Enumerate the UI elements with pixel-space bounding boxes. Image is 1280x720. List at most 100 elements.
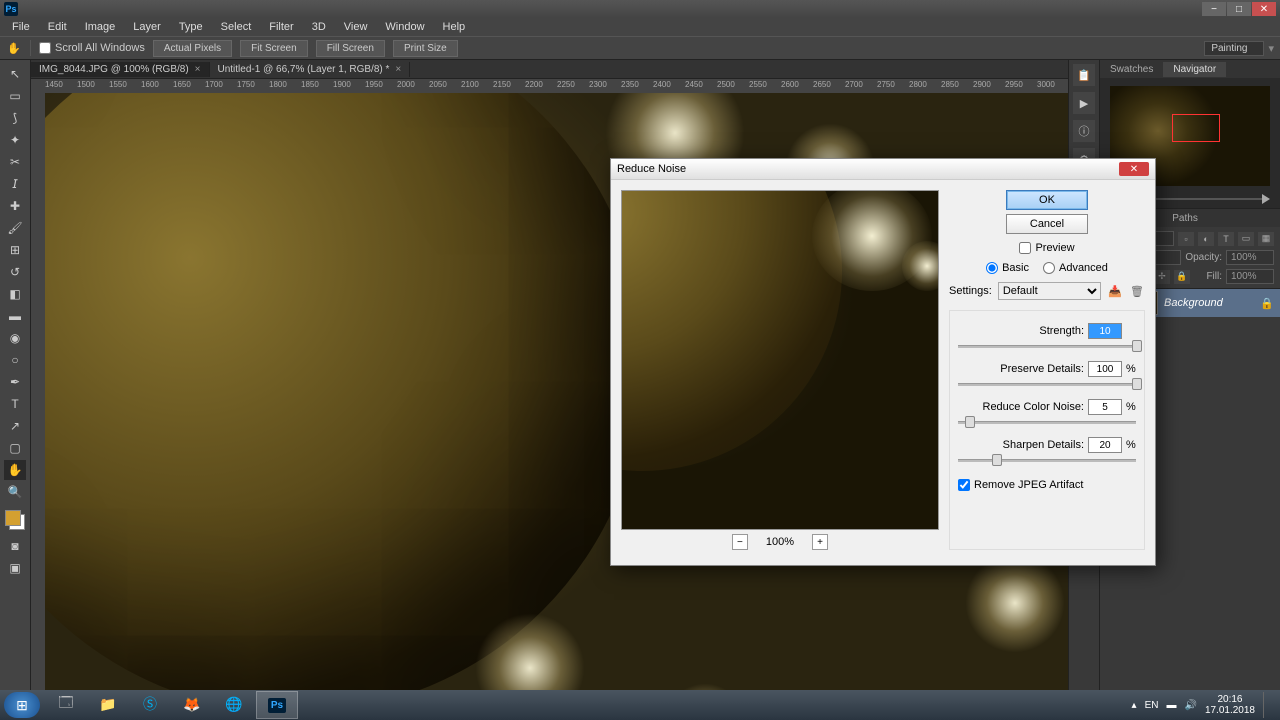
actual-pixels-button[interactable]: Actual Pixels (153, 40, 232, 57)
menu-3d[interactable]: 3D (304, 19, 334, 35)
maximize-button[interactable]: □ (1227, 2, 1251, 16)
tray-clock[interactable]: 20:1617.01.2018 (1205, 694, 1255, 716)
basic-radio[interactable]: Basic (986, 262, 1029, 274)
shape-tool[interactable]: ▢ (4, 438, 26, 458)
dialog-titlebar[interactable]: Reduce Noise ✕ (611, 159, 1155, 180)
menu-filter[interactable]: Filter (261, 19, 301, 35)
scroll-all-check[interactable]: Scroll All Windows (39, 42, 145, 54)
dialog-close-button[interactable]: ✕ (1119, 162, 1149, 176)
eyedropper-tool[interactable]: 𝘐 (4, 174, 26, 194)
task-folder-icon[interactable]: 📁 (88, 691, 128, 717)
sharpen-label: Sharpen Details: (958, 439, 1084, 451)
print-size-button[interactable]: Print Size (393, 40, 458, 57)
strength-slider[interactable] (958, 343, 1136, 349)
remove-jpeg-check[interactable]: Remove JPEG Artifact (958, 479, 1136, 491)
filter-type-icon[interactable]: T (1218, 232, 1234, 246)
sharpen-slider[interactable] (958, 457, 1136, 463)
hand-tool-icon[interactable]: ✋ (6, 40, 22, 56)
menu-help[interactable]: Help (435, 19, 474, 35)
info-panel-icon[interactable]: ⓘ (1073, 120, 1095, 142)
close-button[interactable]: ✕ (1252, 2, 1276, 16)
fill-field[interactable]: 100% (1226, 269, 1274, 284)
delete-preset-icon[interactable]: 🗑 (1129, 283, 1145, 299)
save-preset-icon[interactable]: 📥 (1107, 283, 1123, 299)
tray-lang[interactable]: EN (1145, 700, 1159, 711)
menu-select[interactable]: Select (213, 19, 260, 35)
preview-check[interactable]: Preview (949, 242, 1145, 254)
opacity-field[interactable]: 100% (1226, 250, 1274, 265)
task-chrome-icon[interactable]: 🌐 (214, 691, 254, 717)
wand-tool[interactable]: ✦ (4, 130, 26, 150)
doc-tab-2[interactable]: Untitled-1 @ 66,7% (Layer 1, RGB/8) *× (210, 62, 411, 77)
type-tool[interactable]: T (4, 394, 26, 414)
zoom-in-button[interactable]: + (812, 534, 828, 550)
strength-input[interactable] (1088, 323, 1122, 339)
tray-showdesktop[interactable] (1263, 692, 1272, 718)
screenmode-tool[interactable]: ▣ (4, 558, 26, 578)
dodge-tool[interactable]: ○ (4, 350, 26, 370)
navigator-tab[interactable]: Navigator (1163, 62, 1226, 77)
crop-tool[interactable]: ✂ (4, 152, 26, 172)
brush-tool[interactable]: 🖌 (4, 218, 26, 238)
pen-tool[interactable]: ✒ (4, 372, 26, 392)
fill-screen-button[interactable]: Fill Screen (316, 40, 385, 57)
menu-type[interactable]: Type (171, 19, 211, 35)
advanced-radio[interactable]: Advanced (1043, 262, 1108, 274)
tray-flag-icon[interactable]: ▬ (1166, 700, 1176, 711)
task-skype-icon[interactable]: Ⓢ (130, 691, 170, 717)
filter-pixel-icon[interactable]: ▫ (1178, 232, 1194, 246)
fit-screen-button[interactable]: Fit Screen (240, 40, 308, 57)
blur-tool[interactable]: ◉ (4, 328, 26, 348)
marquee-tool[interactable]: ▭ (4, 86, 26, 106)
task-explorer-icon[interactable]: 🗔 (46, 691, 86, 717)
ok-button[interactable]: OK (1006, 190, 1088, 210)
navigator-viewport[interactable] (1172, 114, 1220, 142)
menu-view[interactable]: View (336, 19, 376, 35)
color-swatch[interactable] (5, 510, 25, 530)
quickmask-tool[interactable]: ◙ (4, 536, 26, 556)
lasso-tool[interactable]: ⟆ (4, 108, 26, 128)
tray-volume-icon[interactable]: 🔊 (1184, 700, 1196, 711)
start-button[interactable]: ⊞ (4, 692, 40, 718)
menu-edit[interactable]: Edit (40, 19, 75, 35)
close-icon[interactable]: × (395, 64, 401, 75)
lock-position-icon[interactable]: ✢ (1154, 270, 1170, 284)
dialog-preview-image[interactable] (621, 190, 939, 530)
minimize-button[interactable]: − (1202, 2, 1226, 16)
task-firefox-icon[interactable]: 🦊 (172, 691, 212, 717)
swatches-tab[interactable]: Swatches (1100, 62, 1163, 77)
filter-shape-icon[interactable]: ▭ (1238, 232, 1254, 246)
menu-layer[interactable]: Layer (125, 19, 169, 35)
path-tool[interactable]: ↗ (4, 416, 26, 436)
actions-panel-icon[interactable]: ▶ (1073, 92, 1095, 114)
zoom-tool[interactable]: 🔍 (4, 482, 26, 502)
eraser-tool[interactable]: ◧ (4, 284, 26, 304)
gradient-tool[interactable]: ▬ (4, 306, 26, 326)
filter-adjust-icon[interactable]: ◐ (1198, 232, 1214, 246)
colornoise-slider[interactable] (958, 419, 1136, 425)
menu-file[interactable]: File (4, 19, 38, 35)
menu-image[interactable]: Image (77, 19, 124, 35)
colornoise-input[interactable] (1088, 399, 1122, 415)
lock-all-icon[interactable]: 🔒 (1174, 270, 1190, 284)
zoom-out-button[interactable]: − (732, 534, 748, 550)
sharpen-input[interactable] (1088, 437, 1122, 453)
hand-tool[interactable]: ✋ (4, 460, 26, 480)
workspace-select[interactable]: Painting (1204, 41, 1264, 56)
stamp-tool[interactable]: ⊞ (4, 240, 26, 260)
history-brush-tool[interactable]: ↺ (4, 262, 26, 282)
heal-tool[interactable]: ✚ (4, 196, 26, 216)
move-tool[interactable]: ↖ (4, 64, 26, 84)
close-icon[interactable]: × (195, 64, 201, 75)
filter-smart-icon[interactable]: ▦ (1258, 232, 1274, 246)
menu-window[interactable]: Window (377, 19, 432, 35)
cancel-button[interactable]: Cancel (1006, 214, 1088, 234)
settings-select[interactable]: Default (998, 282, 1101, 300)
preserve-input[interactable] (1088, 361, 1122, 377)
task-photoshop-icon[interactable]: Ps (256, 691, 298, 719)
paths-tab[interactable]: Paths (1162, 211, 1208, 226)
history-panel-icon[interactable]: 📋 (1073, 64, 1095, 86)
preserve-slider[interactable] (958, 381, 1136, 387)
tray-up-icon[interactable]: ▴ (1132, 700, 1137, 711)
doc-tab-1[interactable]: IMG_8044.JPG @ 100% (RGB/8)× (31, 62, 210, 77)
